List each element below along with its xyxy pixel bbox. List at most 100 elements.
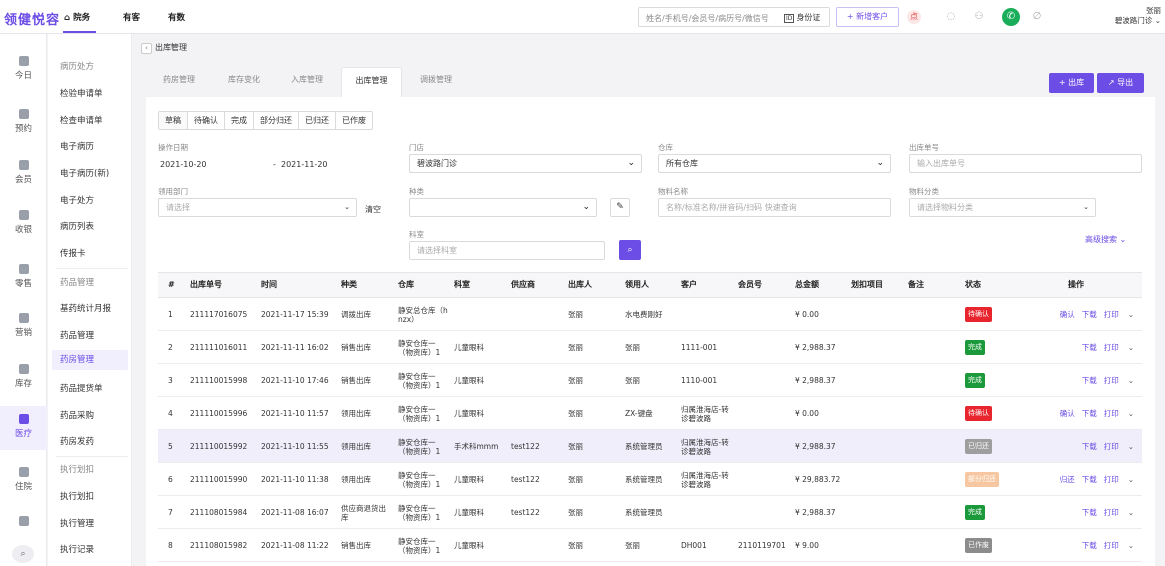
- row-action-link[interactable]: 下载: [1082, 343, 1097, 352]
- chat-icon[interactable]: ◌: [944, 10, 958, 24]
- row-action-link[interactable]: 下载: [1082, 310, 1097, 319]
- status-filter[interactable]: 部分归还: [254, 112, 299, 129]
- row-action-link[interactable]: 打印: [1104, 310, 1119, 319]
- row-action-link[interactable]: 下载: [1082, 508, 1097, 517]
- search-icon[interactable]: ⌕: [12, 545, 34, 563]
- back-icon[interactable]: ‹: [141, 43, 152, 54]
- new-customer-button[interactable]: + 新增客户: [836, 7, 899, 27]
- subnav-item-active[interactable]: 药房管理: [52, 350, 128, 370]
- out-no-input[interactable]: 输入出库单号: [909, 154, 1142, 173]
- store-select[interactable]: 碧波路门诊 ⌄: [409, 154, 642, 173]
- chevron-down-icon[interactable]: ⌄: [1128, 442, 1134, 451]
- subnav-item[interactable]: 检验申请单: [60, 87, 103, 99]
- lnav-today[interactable]: 今日: [0, 56, 47, 81]
- row-action-link[interactable]: 打印: [1104, 409, 1119, 418]
- subnav-item[interactable]: 传报卡: [60, 247, 86, 259]
- chevron-down-icon[interactable]: ⌄: [1128, 475, 1134, 484]
- subnav-item[interactable]: 执行管理: [60, 517, 94, 529]
- row-action-link[interactable]: 下载: [1082, 475, 1097, 484]
- table-row[interactable]: 4 211110015996 2021-11-10 11:57 领用出库 静安仓库一（物…: [158, 397, 1142, 430]
- table-row[interactable]: 1 211117016075 2021-11-17 15:39 调拨出库 静安总仓库（h…: [158, 298, 1142, 331]
- subnav-item[interactable]: 电子病历: [60, 140, 94, 152]
- material-input[interactable]: 名称/标准名称/拼音码/扫码 快速查询: [658, 198, 891, 217]
- row-action-link[interactable]: 归还: [1060, 475, 1075, 484]
- nav-yuanwu[interactable]: ⌂ 院务: [64, 11, 90, 23]
- row-action-link[interactable]: 下载: [1082, 541, 1097, 550]
- tab-transfer[interactable]: 调拨管理: [404, 67, 468, 97]
- search-button[interactable]: ⌕: [619, 240, 641, 260]
- kind-select[interactable]: ⌄: [409, 198, 597, 217]
- table-row[interactable]: 3 211110015998 2021-11-10 17:46 销售出库 静安仓库一（物…: [158, 364, 1142, 397]
- chevron-down-icon[interactable]: ⌄: [1128, 343, 1134, 352]
- user-menu[interactable]: 张丽 碧波路门诊 ⌄: [1115, 6, 1161, 26]
- subnav-item[interactable]: 基药统计月报: [60, 302, 111, 314]
- subnav-item[interactable]: 药品管理: [60, 329, 94, 341]
- subnav-item[interactable]: 电子处方: [60, 194, 94, 206]
- global-search-input[interactable]: 姓名/手机号/会员号/病历号/微信号 ID 身份证: [638, 7, 830, 27]
- tab-pharmacy[interactable]: 药房管理: [145, 67, 213, 97]
- lnav-retail[interactable]: 零售: [0, 264, 47, 289]
- row-action-link[interactable]: 打印: [1104, 343, 1119, 352]
- row-action-link[interactable]: 打印: [1104, 475, 1119, 484]
- chevron-down-icon[interactable]: ⌄: [1128, 409, 1134, 418]
- table-row[interactable]: 8 211108015982 2021-11-08 11:22 销售出库 静安仓库一（物…: [158, 529, 1142, 562]
- wrench-icon[interactable]: ✎: [610, 198, 630, 217]
- lnav-marketing[interactable]: 营销: [0, 313, 47, 338]
- idcard-button[interactable]: ID 身份证: [784, 12, 820, 23]
- warehouse-select[interactable]: 所有仓库 ⌄: [658, 154, 891, 173]
- status-filter[interactable]: 已归还: [299, 112, 336, 129]
- subnav-item[interactable]: 执行记录: [60, 543, 94, 555]
- nav-youke[interactable]: 有客: [123, 11, 140, 23]
- mute-icon[interactable]: ∅: [1030, 10, 1044, 24]
- row-action-link[interactable]: 下载: [1082, 409, 1097, 418]
- lnav-appointment[interactable]: 预约: [0, 109, 47, 134]
- row-action-link[interactable]: 打印: [1104, 508, 1119, 517]
- subnav-item[interactable]: 病历列表: [60, 220, 94, 232]
- table-row[interactable]: 6 211110015990 2021-11-10 11:38 领用出库 静安仓库一（物…: [158, 463, 1142, 496]
- advanced-search-link[interactable]: 高级搜索 ⌄: [1085, 234, 1126, 245]
- lnav-inventory[interactable]: 库存: [0, 364, 47, 389]
- chevron-down-icon[interactable]: ⌄: [1128, 310, 1134, 319]
- status-filter[interactable]: 已作废: [336, 112, 372, 129]
- table-row[interactable]: 2 211111016011 2021-11-11 16:02 销售出库 静安仓库一（物…: [158, 331, 1142, 364]
- subnav-item[interactable]: 检查申请单: [60, 114, 103, 126]
- notice-badge[interactable]: 点: [907, 10, 921, 24]
- date-end-input[interactable]: 2021-11-20: [281, 160, 328, 169]
- subnav-item[interactable]: 电子病历(新): [60, 167, 109, 179]
- lnav-inpatient[interactable]: 住院: [0, 467, 47, 492]
- person-icon[interactable]: ⚇: [972, 10, 986, 24]
- subnav-item[interactable]: 药品采购: [60, 409, 94, 421]
- row-action-link[interactable]: 下载: [1082, 442, 1097, 451]
- table-row[interactable]: 5 211110015992 2021-11-10 11:55 领用出库 静安仓库一（物…: [158, 430, 1142, 463]
- status-filter[interactable]: 待确认: [188, 112, 225, 129]
- subnav-item[interactable]: 药品提货单: [60, 382, 103, 394]
- row-action-link[interactable]: 确认: [1060, 409, 1075, 418]
- date-start-input[interactable]: 2021-10-20: [160, 160, 207, 169]
- row-action-link[interactable]: 打印: [1104, 442, 1119, 451]
- table-row[interactable]: 7 211108015984 2021-11-08 16:07 供应商退货出库 静安仓库…: [158, 496, 1142, 529]
- tab-inbound[interactable]: 入库管理: [275, 67, 339, 97]
- subnav-item[interactable]: 药房发药: [60, 435, 94, 447]
- export-button[interactable]: ↗ 导出: [1097, 73, 1144, 93]
- lnav-more[interactable]: [0, 516, 47, 529]
- dept-select[interactable]: 请选择 ⌄: [158, 198, 357, 217]
- phone-icon[interactable]: ✆: [1002, 8, 1020, 26]
- chevron-down-icon[interactable]: ⌄: [1128, 376, 1134, 385]
- row-action-link[interactable]: 打印: [1104, 541, 1119, 550]
- row-action-link[interactable]: 确认: [1060, 310, 1075, 319]
- lnav-cashier[interactable]: 收银: [0, 210, 47, 235]
- chevron-down-icon[interactable]: ⌄: [1128, 508, 1134, 517]
- status-filter[interactable]: 完成: [225, 112, 254, 129]
- lnav-member[interactable]: 会员: [0, 160, 47, 185]
- nav-youshu[interactable]: 有数: [168, 11, 185, 23]
- tab-outbound[interactable]: 出库管理: [341, 67, 402, 97]
- chevron-down-icon[interactable]: ⌄: [1128, 541, 1134, 550]
- subnav-item[interactable]: 执行划扣: [60, 490, 94, 502]
- tab-stock-change[interactable]: 库存变化: [213, 67, 275, 97]
- lnav-medical[interactable]: 医疗: [0, 406, 47, 450]
- category-select[interactable]: 请选择物料分类 ⌄: [909, 198, 1096, 217]
- outbound-button[interactable]: + 出库: [1049, 73, 1094, 93]
- row-action-link[interactable]: 打印: [1104, 376, 1119, 385]
- status-filter[interactable]: 草稿: [159, 112, 188, 129]
- room-select[interactable]: 请选择科室: [409, 241, 605, 260]
